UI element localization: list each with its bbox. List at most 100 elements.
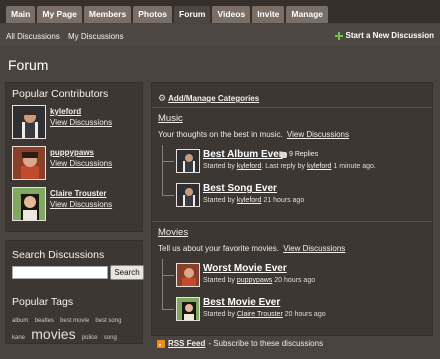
started-by-label: Started by <box>203 163 235 170</box>
thread-meta: Started by kyleford. Last reply by kylef… <box>203 163 376 170</box>
tab-manage[interactable]: Manage <box>286 6 329 23</box>
manage-categories-label: Add/Manage Categories <box>168 94 260 103</box>
avatar[interactable] <box>12 187 46 221</box>
author-link[interactable]: puppypaws <box>237 277 272 284</box>
comment-icon <box>280 151 287 158</box>
divider <box>152 107 432 108</box>
separator: . <box>261 163 264 170</box>
contributor-item: kyleford View Discussions <box>12 105 142 139</box>
tag-cloud: album beatles best movie best song kane … <box>12 313 142 345</box>
contributor-name[interactable]: puppypaws <box>50 148 94 157</box>
thread-title[interactable]: Worst Movie Ever <box>203 263 287 274</box>
category-title-movies[interactable]: Movies <box>158 227 188 238</box>
author-link[interactable]: kyleford <box>237 197 262 204</box>
search-input[interactable] <box>12 266 108 279</box>
tab-main[interactable]: Main <box>6 6 36 23</box>
tab-invite[interactable]: Invite <box>252 6 285 23</box>
search-discussions-panel: Search Discussions Search Popular Tags a… <box>5 240 144 345</box>
popular-contributors-panel: Popular Contributors kyleford View Discu… <box>5 82 143 232</box>
started-by-label: Started by <box>203 197 235 204</box>
rss-icon <box>157 339 165 348</box>
avatar[interactable] <box>12 105 46 139</box>
thread-time: 1 minute ago. <box>333 163 376 170</box>
divider <box>152 221 432 222</box>
tag-link[interactable]: police <box>82 335 98 341</box>
start-new-discussion-link[interactable]: Start a New Discussion <box>334 31 434 40</box>
avatar[interactable] <box>12 146 46 180</box>
avatar[interactable] <box>176 263 200 287</box>
author-link[interactable]: kyleford <box>237 163 262 170</box>
tree-line <box>162 161 174 162</box>
tree-line <box>162 275 174 276</box>
tree-line <box>162 309 174 310</box>
contributor-item: Claire Trouster View Discussions <box>12 187 142 221</box>
avatar[interactable] <box>176 183 200 207</box>
started-by-label: Started by <box>203 277 235 284</box>
category-description: Tell us about your favorite movies. View… <box>158 244 345 253</box>
my-discussions-link[interactable]: My Discussions <box>68 32 124 41</box>
contributor-item: puppypaws View Discussions <box>12 146 142 180</box>
tag-link[interactable]: kane <box>12 335 25 341</box>
tag-link[interactable]: best movie <box>60 318 89 324</box>
rss-description: - Subscribe to these discussions <box>208 339 324 348</box>
tab-photos[interactable]: Photos <box>133 6 173 23</box>
tab-videos[interactable]: Videos <box>212 6 251 23</box>
popular-tags-title: Popular Tags <box>12 296 74 308</box>
tag-link[interactable]: album <box>12 318 28 324</box>
tag-link[interactable]: song <box>104 335 117 341</box>
view-discussions-link[interactable]: View Discussions <box>287 130 349 139</box>
reply-count-label: 9 Replies <box>289 151 319 158</box>
contributor-name[interactable]: kyleford <box>50 107 81 116</box>
tag-link[interactable]: beatles <box>35 318 54 324</box>
thread-meta: Started by puppypaws 20 hours ago <box>203 277 315 284</box>
sub-navigation: All Discussions My Discussions Start a N… <box>0 24 440 46</box>
category-title-music[interactable]: Music <box>158 113 183 124</box>
top-navigation: Main My Page Members Photos Forum Videos… <box>0 0 440 23</box>
contributor-name[interactable]: Claire Trouster <box>50 189 106 198</box>
category-description-text: Your thoughts on the best in music. <box>158 130 283 139</box>
search-discussions-title: Search Discussions <box>12 249 105 261</box>
tree-line <box>162 259 163 309</box>
thread-time: 20 hours ago <box>284 311 326 318</box>
thread-title[interactable]: Best Movie Ever <box>203 297 280 308</box>
tag-link[interactable]: best song <box>95 318 121 324</box>
manage-categories-link[interactable]: ⚙ Add/Manage Categories <box>158 93 259 104</box>
thread-item: Worst Movie Ever Started by puppypaws 20… <box>176 263 426 289</box>
rss-feed-link[interactable]: RSS Feed <box>168 339 205 348</box>
all-discussions-link[interactable]: All Discussions <box>6 32 60 41</box>
start-new-discussion-label: Start a New Discussion <box>345 31 434 40</box>
tab-forum[interactable]: Forum <box>174 6 211 23</box>
gear-icon: ⚙ <box>158 93 167 103</box>
view-discussions-link[interactable]: View Discussions <box>50 200 112 209</box>
tree-line <box>162 145 163 195</box>
author-link[interactable]: Claire Trouster <box>237 311 283 318</box>
search-button[interactable]: Search <box>110 265 144 280</box>
popular-contributors-title: Popular Contributors <box>12 88 109 100</box>
thread-time: 21 hours ago <box>263 197 305 204</box>
thread-item: Best Movie Ever Started by Claire Troust… <box>176 297 426 323</box>
nav-tabs: Main My Page Members Photos Forum Videos… <box>6 6 329 23</box>
thread-item: Best Album Ever 9 Replies Started by kyl… <box>176 149 426 175</box>
last-reply-label: Last reply by <box>265 163 305 170</box>
tab-my-page[interactable]: My Page <box>37 6 82 23</box>
rss-subscribe: RSS Feed - Subscribe to these discussion… <box>157 339 323 348</box>
avatar[interactable] <box>176 297 200 321</box>
view-discussions-link[interactable]: View Discussions <box>50 159 112 168</box>
tree-line <box>162 195 174 196</box>
thread-title[interactable]: Best Album Ever <box>203 149 283 160</box>
last-reply-author-link[interactable]: kyleford <box>307 163 332 170</box>
thread-meta: Started by kyleford 21 hours ago <box>203 197 304 204</box>
plus-icon <box>334 31 343 40</box>
avatar[interactable] <box>176 149 200 173</box>
thread-item: Best Song Ever Started by kyleford 21 ho… <box>176 183 426 209</box>
tag-link[interactable]: movies <box>31 326 75 342</box>
category-description: Your thoughts on the best in music. View… <box>158 130 349 139</box>
reply-count: 9 Replies <box>280 151 318 158</box>
tab-members[interactable]: Members <box>83 6 132 23</box>
view-discussions-link[interactable]: View Discussions <box>50 118 112 127</box>
started-by-label: Started by <box>203 311 235 318</box>
thread-title[interactable]: Best Song Ever <box>203 183 277 194</box>
thread-meta: Started by Claire Trouster 20 hours ago <box>203 311 326 318</box>
view-discussions-link[interactable]: View Discussions <box>283 244 345 253</box>
forum-categories-panel: ⚙ Add/Manage Categories Music Your thoug… <box>151 82 433 336</box>
